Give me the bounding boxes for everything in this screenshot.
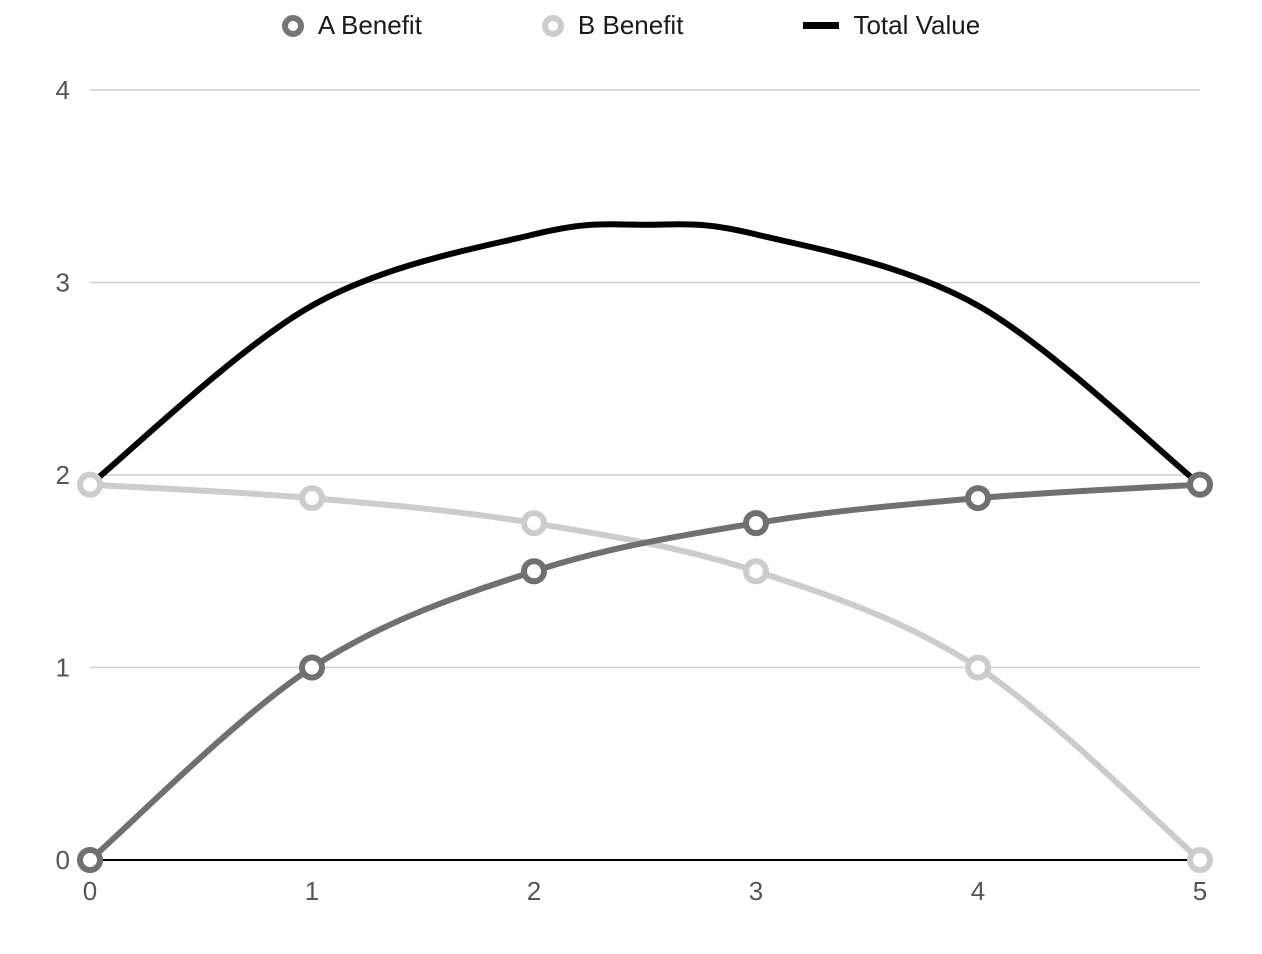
x-tick-label: 2 (527, 876, 541, 906)
data-marker (1190, 850, 1210, 870)
data-marker (968, 488, 988, 508)
legend-item-b: B Benefit (542, 10, 684, 41)
x-tick-label: 3 (749, 876, 763, 906)
series-line (90, 485, 1200, 860)
x-tick-label: 0 (83, 876, 97, 906)
chart-plot: 0 1 2 3 4 0 1 2 3 4 5 (30, 60, 1230, 930)
legend: A Benefit B Benefit Total Value (0, 10, 1262, 41)
data-marker (1190, 475, 1210, 495)
y-tick-label: 0 (56, 845, 70, 875)
y-tick-label: 2 (56, 460, 70, 490)
data-marker (524, 513, 544, 533)
data-marker (746, 561, 766, 581)
circle-marker-icon (282, 15, 304, 37)
data-marker (524, 561, 544, 581)
legend-label: A Benefit (318, 10, 422, 41)
data-marker (80, 850, 100, 870)
legend-label: Total Value (853, 10, 980, 41)
circle-marker-icon (542, 15, 564, 37)
chart-container: A Benefit B Benefit Total Value 0 1 2 3 4 0 1 2… (0, 0, 1262, 954)
y-tick-label: 4 (56, 75, 70, 105)
data-marker (746, 513, 766, 533)
data-marker (302, 488, 322, 508)
line-swatch-icon (803, 22, 839, 29)
data-marker (302, 658, 322, 678)
x-tick-label: 1 (305, 876, 319, 906)
data-marker (80, 475, 100, 495)
y-tick-label: 1 (56, 653, 70, 683)
legend-label: B Benefit (578, 10, 684, 41)
data-marker (968, 658, 988, 678)
legend-item-a: A Benefit (282, 10, 422, 41)
x-tick-label: 5 (1193, 876, 1207, 906)
x-tick-label: 4 (971, 876, 985, 906)
series-line (90, 224, 1200, 484)
legend-item-total: Total Value (803, 10, 980, 41)
y-tick-label: 3 (56, 268, 70, 298)
